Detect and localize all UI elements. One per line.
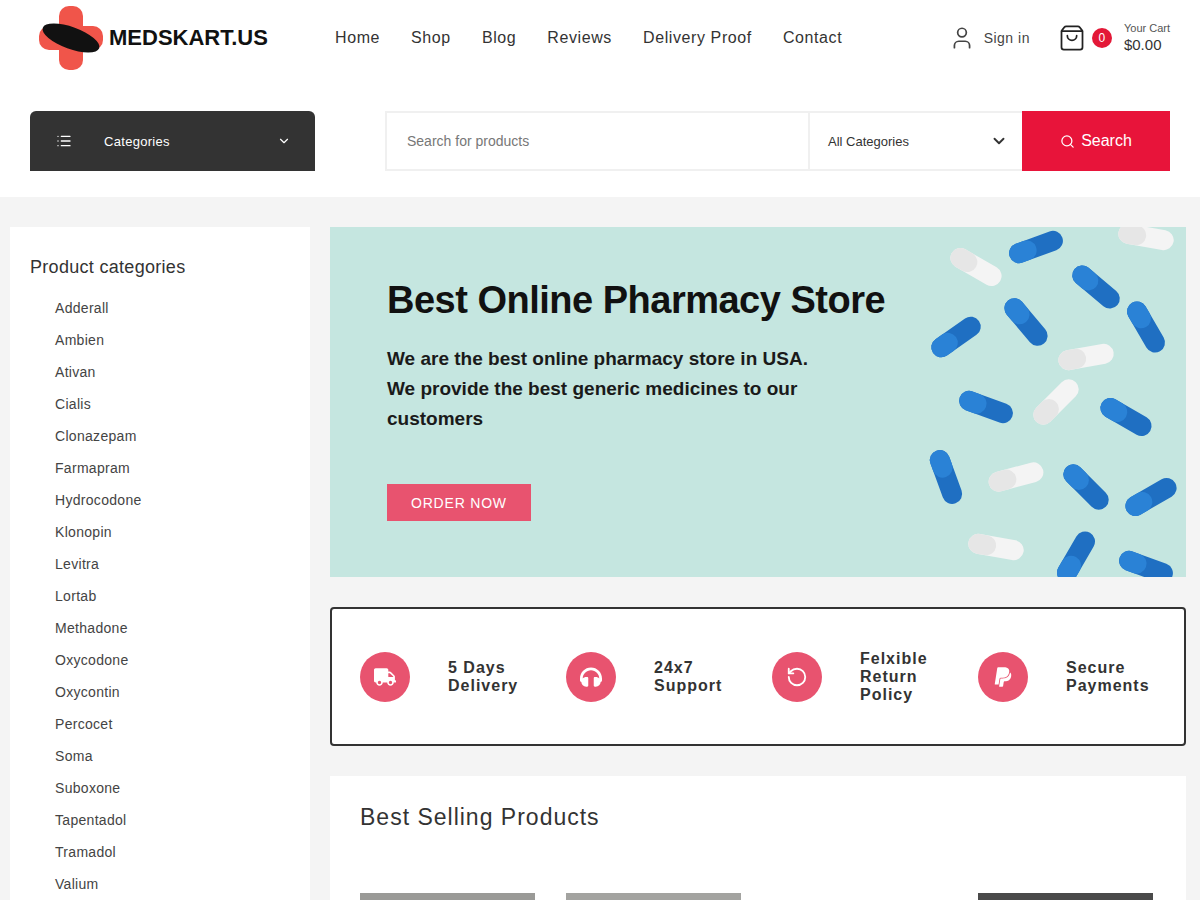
nav-link[interactable]: Delivery Proof xyxy=(643,29,752,47)
sidebar-item[interactable]: Adderall xyxy=(55,292,290,324)
pills-image xyxy=(890,227,1186,577)
search-form: All CategoriesSearch xyxy=(385,111,1170,171)
sidebar-item[interactable]: Farmapram xyxy=(55,452,290,484)
nav-link[interactable]: Blog xyxy=(482,29,516,47)
sidebar-item[interactable]: Cialis xyxy=(55,388,290,420)
sidebar-item[interactable]: Tapentadol xyxy=(55,804,290,836)
cart[interactable]: 0 Your Cart$0.00 xyxy=(1058,22,1170,54)
sidebar-item[interactable]: Levitra xyxy=(55,548,290,580)
sidebar-item[interactable]: Suboxone xyxy=(55,772,290,804)
sidebar-item[interactable]: Methadone xyxy=(55,612,290,644)
banner-title: Best Online Pharmacy Store xyxy=(387,279,890,322)
logo-text: MEDSKART.US xyxy=(109,25,268,51)
page-body: Product categories AdderallAmbienAtivanCi… xyxy=(0,197,1200,900)
search-button[interactable]: Search xyxy=(1022,111,1170,171)
category-list: AdderallAmbienAtivanCialisClonazepamFarm… xyxy=(30,292,290,900)
search-bar: Categories All CategoriesSearch xyxy=(30,111,1170,171)
logo-icon xyxy=(35,2,107,74)
sidebar-item[interactable]: Clonazepam xyxy=(55,420,290,452)
feature-item: 24x7 Support xyxy=(566,652,772,702)
chevron-down-icon xyxy=(990,132,1008,150)
cart-total: $0.00 xyxy=(1124,36,1170,54)
feature-label: 5 Days Delivery xyxy=(448,659,544,695)
sidebar-item[interactable]: Klonopin xyxy=(55,516,290,548)
feature-label: 24x7 Support xyxy=(654,659,750,695)
sign-in-link[interactable]: Sign in xyxy=(949,25,1030,51)
feature-item: Felxible Return Policy xyxy=(772,650,978,704)
cart-icon-wrap: 0 xyxy=(1058,22,1114,54)
category-select[interactable]: All Categories xyxy=(810,113,1022,169)
truck-icon xyxy=(374,666,396,688)
chevron-down-icon xyxy=(277,134,291,148)
sidebar-item[interactable]: Valium xyxy=(55,868,290,900)
sidebar-item[interactable]: Lortab xyxy=(55,580,290,612)
header-tools: Sign in 0 Your Cart$0.00 xyxy=(949,22,1170,54)
sidebar-item[interactable]: Oxycodone xyxy=(55,644,290,676)
feature-item: Secure Payments xyxy=(978,652,1184,702)
bag-icon xyxy=(1058,24,1086,52)
nav-link[interactable]: Contact xyxy=(783,29,842,47)
cart-summary: Your Cart$0.00 xyxy=(1124,22,1170,53)
order-button[interactable]: ORDER NOW xyxy=(387,484,531,521)
nav-link[interactable]: Shop xyxy=(411,29,451,47)
user-icon xyxy=(949,25,975,51)
logo[interactable]: MEDSKART.US xyxy=(35,2,280,74)
paypal-icon xyxy=(992,666,1014,688)
cart-count-badge: 0 xyxy=(1092,28,1112,48)
sidebar-item[interactable]: Hydrocodone xyxy=(55,484,290,516)
sidebar-title: Product categories xyxy=(30,257,290,278)
categories-button[interactable]: Categories xyxy=(30,111,315,171)
feature-item: 5 Days Delivery xyxy=(360,652,566,702)
feature-label: Felxible Return Policy xyxy=(860,650,956,704)
list-icon xyxy=(56,133,72,149)
sidebar-item[interactable]: Ativan xyxy=(55,356,290,388)
feature-icon xyxy=(566,652,616,702)
sidebar-item[interactable]: Oxycontin xyxy=(55,676,290,708)
nav-link[interactable]: Reviews xyxy=(547,29,612,47)
nav-link[interactable]: Home xyxy=(335,29,380,47)
features-strip: 5 Days Delivery 24x7 Support Felxible Retu… xyxy=(330,607,1186,746)
sidebar-item[interactable]: Ambien xyxy=(55,324,290,356)
main-content: Best Online Pharmacy Store We are the bes… xyxy=(330,227,1186,900)
sidebar-item[interactable]: Tramadol xyxy=(55,836,290,868)
search-icon xyxy=(1060,134,1075,149)
feature-icon xyxy=(360,652,410,702)
search-input[interactable] xyxy=(387,113,810,169)
banner-subtitle: We are the best online pharmacy store in… xyxy=(387,344,817,434)
product-image[interactable] xyxy=(772,893,947,900)
feature-label: Secure Payments xyxy=(1066,659,1162,695)
product-row xyxy=(360,893,1156,900)
sidebar: Product categories AdderallAmbienAtivanCi… xyxy=(10,227,310,900)
product-image[interactable] xyxy=(360,893,535,900)
best-selling-section: Best Selling Products xyxy=(330,776,1186,900)
product-image[interactable] xyxy=(566,893,741,900)
section-title: Best Selling Products xyxy=(360,804,1156,831)
header: MEDSKART.US Home Shop Blog Reviews Delivery P… xyxy=(0,0,1200,197)
return-icon xyxy=(786,666,808,688)
hero-banner: Best Online Pharmacy Store We are the bes… xyxy=(330,227,1186,577)
top-bar: MEDSKART.US Home Shop Blog Reviews Delivery P… xyxy=(30,0,1170,76)
product-image[interactable] xyxy=(978,893,1153,900)
headphones-icon xyxy=(580,666,602,688)
sidebar-item[interactable]: Soma xyxy=(55,740,290,772)
feature-icon xyxy=(978,652,1028,702)
main-nav: Home Shop Blog Reviews Delivery Proof Contact xyxy=(335,29,842,47)
feature-icon xyxy=(772,652,822,702)
cart-label: Your Cart xyxy=(1124,22,1170,35)
banner-text: Best Online Pharmacy Store We are the bes… xyxy=(330,227,890,577)
sidebar-item[interactable]: Percocet xyxy=(55,708,290,740)
